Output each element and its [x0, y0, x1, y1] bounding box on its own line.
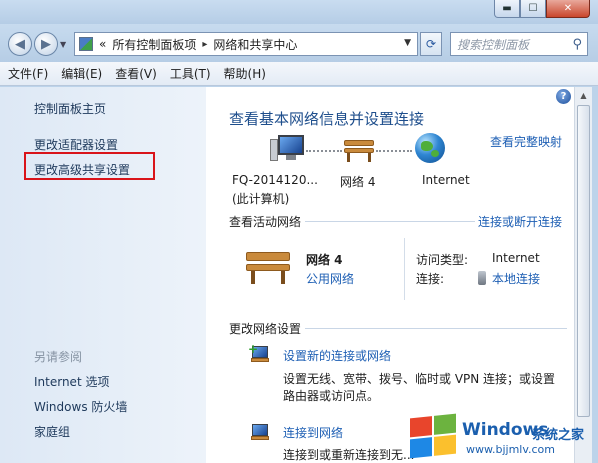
- new-connection-icon: +: [248, 343, 270, 364]
- bench-network-large-icon: [246, 248, 290, 284]
- forward-button[interactable]: ▶: [34, 32, 58, 56]
- change-adapter-settings-link[interactable]: 更改适配器设置: [34, 136, 118, 153]
- connect-to-network-icon: [248, 422, 270, 442]
- see-also-heading: 另请参阅: [34, 350, 83, 364]
- setup-connection-desc-line2: 路由器或访问点。: [283, 389, 380, 403]
- back-arrow-icon: ◀: [15, 36, 25, 52]
- connection-icon: [478, 271, 486, 285]
- divider: [404, 238, 405, 300]
- menu-view[interactable]: 查看(V): [115, 65, 157, 82]
- control-panel-icon: [79, 37, 93, 51]
- refresh-button[interactable]: ⟳: [420, 32, 442, 56]
- menu-bar: 文件(F) 编辑(E) 查看(V) 工具(T) 帮助(H): [0, 62, 598, 86]
- maximize-button[interactable]: ☐: [520, 0, 546, 18]
- close-button[interactable]: ✕: [546, 0, 590, 18]
- divider: [305, 221, 475, 222]
- map-network-name: 网络 4: [340, 175, 376, 189]
- close-icon: ✕: [563, 3, 573, 14]
- minimize-icon: ▬: [502, 3, 512, 14]
- network-type-link[interactable]: 公用网络: [306, 270, 354, 287]
- connect-to-network-link[interactable]: 连接到网络: [283, 424, 343, 441]
- maximize-icon: ☐: [528, 3, 538, 14]
- view-full-map-link[interactable]: 查看完整映射: [490, 133, 562, 150]
- connections-label: 连接:: [416, 272, 445, 286]
- watermark-url: www.bjjmlv.com: [466, 443, 555, 456]
- page-title: 查看基本网络信息并设置连接: [229, 110, 425, 128]
- menu-tools[interactable]: 工具(T): [170, 65, 211, 82]
- help-icon[interactable]: ?: [556, 89, 571, 104]
- bench-network-icon[interactable]: [344, 136, 374, 162]
- access-type-label: 访问类型:: [416, 253, 469, 267]
- window-controls: ▬ ☐ ✕: [494, 0, 590, 18]
- connect-to-network-desc: 连接到或重新连接到无...: [283, 448, 415, 462]
- homegroup-link[interactable]: 家庭组: [34, 423, 70, 440]
- setup-new-connection-link[interactable]: 设置新的连接或网络: [283, 347, 391, 364]
- menu-file[interactable]: 文件(F): [8, 65, 48, 82]
- windows-logo-icon: [410, 413, 456, 459]
- globe-icon[interactable]: [415, 133, 445, 163]
- address-bar[interactable]: « 所有控制面板项 ▸ 网络和共享中心 ▼: [74, 32, 418, 56]
- refresh-icon: ⟳: [425, 37, 437, 51]
- breadcrumb-control-panel-items[interactable]: 所有控制面板项: [112, 36, 196, 53]
- vertical-scrollbar[interactable]: ▲: [574, 87, 592, 463]
- forward-arrow-icon: ▶: [41, 36, 51, 52]
- scroll-up-arrow-icon[interactable]: ▲: [575, 87, 592, 104]
- scroll-thumb[interactable]: [577, 105, 590, 417]
- breadcrumb-separator[interactable]: ▸: [202, 39, 207, 50]
- computer-sub-label: (此计算机): [232, 192, 290, 206]
- internet-options-link[interactable]: Internet 选项: [34, 373, 109, 390]
- local-connection-link[interactable]: 本地连接: [492, 270, 540, 287]
- active-networks-heading: 查看活动网络: [229, 215, 302, 229]
- watermark-brand-cn: 系统之家: [532, 428, 585, 443]
- title-bar: ▬ ☐ ✕: [0, 0, 598, 24]
- minimize-button[interactable]: ▬: [494, 0, 520, 18]
- computer-name: FQ-2014120...: [232, 173, 318, 187]
- map-internet-label: Internet: [422, 173, 470, 187]
- breadcrumb-network-sharing-center[interactable]: 网络和共享中心: [213, 36, 297, 53]
- connect-disconnect-link[interactable]: 连接或断开连接: [478, 213, 562, 230]
- computer-icon[interactable]: [270, 135, 304, 163]
- active-network-name: 网络 4: [306, 253, 343, 267]
- access-type-value: Internet: [492, 251, 540, 265]
- search-placeholder: 搜索控制面板: [457, 37, 530, 52]
- search-icon[interactable]: ⚲: [572, 37, 582, 52]
- menu-help[interactable]: 帮助(H): [224, 65, 266, 82]
- address-row: ◀ ▶ ▼ « 所有控制面板项 ▸ 网络和共享中心 ▼ ⟳ 搜索控制面板 ⚲: [0, 24, 598, 62]
- connection-line: [376, 150, 412, 152]
- address-prefix[interactable]: «: [99, 37, 106, 51]
- control-panel-home-link[interactable]: 控制面板主页: [34, 100, 106, 117]
- highlight-box: [24, 152, 155, 180]
- search-input[interactable]: 搜索控制面板 ⚲: [450, 32, 588, 56]
- back-button[interactable]: ◀: [8, 32, 32, 56]
- divider: [305, 328, 567, 329]
- chevron-down-icon[interactable]: ▼: [404, 38, 411, 48]
- menu-edit[interactable]: 编辑(E): [61, 65, 102, 82]
- recent-pages-dropdown[interactable]: ▼: [60, 40, 66, 49]
- setup-connection-desc: 设置无线、宽带、拨号、临时或 VPN 连接；或设置: [283, 372, 556, 386]
- change-settings-heading: 更改网络设置: [229, 322, 302, 336]
- connection-line: [306, 150, 342, 152]
- windows-firewall-link[interactable]: Windows 防火墙: [34, 398, 127, 415]
